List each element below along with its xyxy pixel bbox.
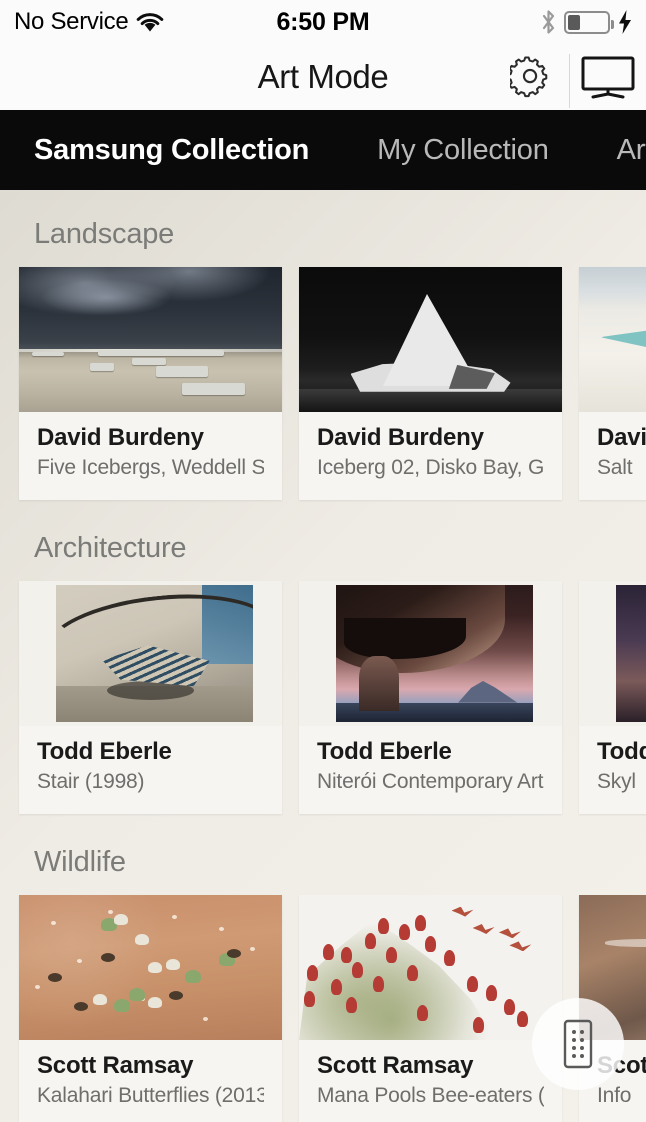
collection-scroll-area[interactable]: Landscape David Burdeny Five Icebergs, W… — [0, 190, 646, 1122]
artwork-image — [335, 585, 534, 722]
artwork-thumbnail — [19, 267, 282, 412]
artwork-artist: Todd Eberle — [317, 738, 452, 765]
artwork-artist: David Burdeny — [37, 424, 204, 451]
section-title: Landscape — [34, 218, 175, 250]
nav-actions — [493, 44, 646, 110]
artwork-image — [615, 585, 646, 722]
section-title: Architecture — [34, 532, 187, 564]
artwork-title: Mana Pools Bee-eaters (2015) — [317, 1084, 544, 1107]
tv-connect-button[interactable] — [570, 44, 646, 110]
artwork-card[interactable]: David Burdeny Iceberg 02, Disko Bay, Gre… — [299, 267, 562, 500]
collection-tabs[interactable]: Samsung Collection My Collection Art — [0, 110, 646, 190]
tab-art-store[interactable]: Art — [583, 110, 646, 190]
nav-bar: Art Mode — [0, 44, 646, 110]
tab-my-collection[interactable]: My Collection — [343, 110, 582, 190]
artwork-image — [299, 895, 562, 1040]
artwork-thumbnail — [19, 895, 282, 1040]
gear-icon — [510, 56, 548, 98]
artwork-thumbnail — [299, 267, 562, 412]
artwork-artist: David Burdeny — [597, 424, 646, 451]
settings-button[interactable] — [493, 44, 569, 110]
artwork-artist: Todd Eberle — [597, 738, 646, 765]
artwork-row[interactable]: David Burdeny Five Icebergs, Weddell Sea… — [0, 267, 646, 500]
tab-samsung-collection[interactable]: Samsung Collection — [0, 110, 343, 190]
artwork-image — [19, 895, 282, 1040]
remote-control-icon — [563, 1019, 593, 1069]
artwork-image — [19, 267, 282, 412]
artwork-artist: Scott Ramsay — [37, 1052, 194, 1079]
section-title: Wildlife — [34, 846, 126, 878]
artwork-title: Info — [597, 1084, 632, 1107]
artwork-thumbnail — [579, 267, 646, 412]
artwork-caption: David Burdeny Iceberg 02, Disko Bay, Gre… — [299, 412, 562, 500]
artwork-thumbnail — [299, 581, 562, 726]
artwork-card[interactable]: Todd Eberle Stair (1998) — [19, 581, 282, 814]
artwork-caption: Todd Eberle Niterói Contemporary Art Mus… — [299, 726, 562, 814]
status-bar-right — [540, 9, 632, 35]
artwork-artist: Scott Ramsay — [317, 1052, 474, 1079]
artwork-caption: David Burdeny Salt — [579, 412, 646, 500]
artwork-image — [55, 585, 254, 722]
artwork-card[interactable]: David Burdeny Five Icebergs, Weddell Sea… — [19, 267, 282, 500]
artwork-card[interactable]: Scott Ramsay Kalahari Butterflies (2013) — [19, 895, 282, 1122]
artwork-title: Five Icebergs, Weddell Sea, An... — [37, 456, 264, 479]
artwork-thumbnail — [19, 581, 282, 726]
tab-label: Art — [616, 133, 646, 166]
artwork-card[interactable]: David Burdeny Salt — [579, 267, 646, 500]
artwork-caption: Scott Ramsay Kalahari Butterflies (2013) — [19, 1040, 282, 1122]
artwork-caption: Todd Eberle Stair (1998) — [19, 726, 282, 814]
section-landscape: Landscape David Burdeny Five Icebergs, W… — [0, 200, 646, 500]
bluetooth-icon — [542, 10, 555, 34]
artwork-title: Niterói Contemporary Art Mus... — [317, 770, 544, 793]
status-bar: No Service 6:50 PM — [0, 0, 646, 44]
artwork-title: Stair (1998) — [37, 770, 145, 793]
artwork-caption: Scott Ramsay Mana Pools Bee-eaters (2015… — [299, 1040, 562, 1122]
artwork-title: Skyl — [597, 770, 636, 793]
tab-label: Samsung Collection — [34, 133, 310, 166]
artwork-thumbnail — [579, 581, 646, 726]
app-screen: No Service 6:50 PM Art Mode Samsung Coll… — [0, 0, 646, 1122]
remote-control-button[interactable] — [532, 998, 624, 1090]
artwork-title: Iceberg 02, Disko Bay, Greenla... — [317, 456, 544, 479]
artwork-title: Salt — [597, 456, 633, 479]
artwork-caption: David Burdeny Five Icebergs, Weddell Sea… — [19, 412, 282, 500]
artwork-card[interactable]: Todd Eberle Skyl — [579, 581, 646, 814]
artwork-artist: Todd Eberle — [37, 738, 172, 765]
artwork-row[interactable]: Todd Eberle Stair (1998) Todd Eberle Nit… — [0, 581, 646, 814]
tv-icon — [581, 56, 635, 99]
battery-icon — [564, 10, 614, 34]
tab-label: My Collection — [377, 133, 549, 166]
artwork-image — [579, 267, 646, 412]
section-architecture: Architecture Todd Eberle Stair (1998) To… — [0, 514, 646, 814]
artwork-card[interactable]: Todd Eberle Niterói Contemporary Art Mus… — [299, 581, 562, 814]
artwork-card[interactable]: Scott Ramsay Mana Pools Bee-eaters (2015… — [299, 895, 562, 1122]
artwork-image — [299, 267, 562, 412]
lightning-bolt-icon — [619, 10, 631, 34]
artwork-artist: David Burdeny — [317, 424, 484, 451]
artwork-caption: Todd Eberle Skyl — [579, 726, 646, 814]
battery-fill — [568, 14, 580, 30]
artwork-title: Kalahari Butterflies (2013) — [37, 1084, 264, 1107]
artwork-thumbnail — [299, 895, 562, 1040]
